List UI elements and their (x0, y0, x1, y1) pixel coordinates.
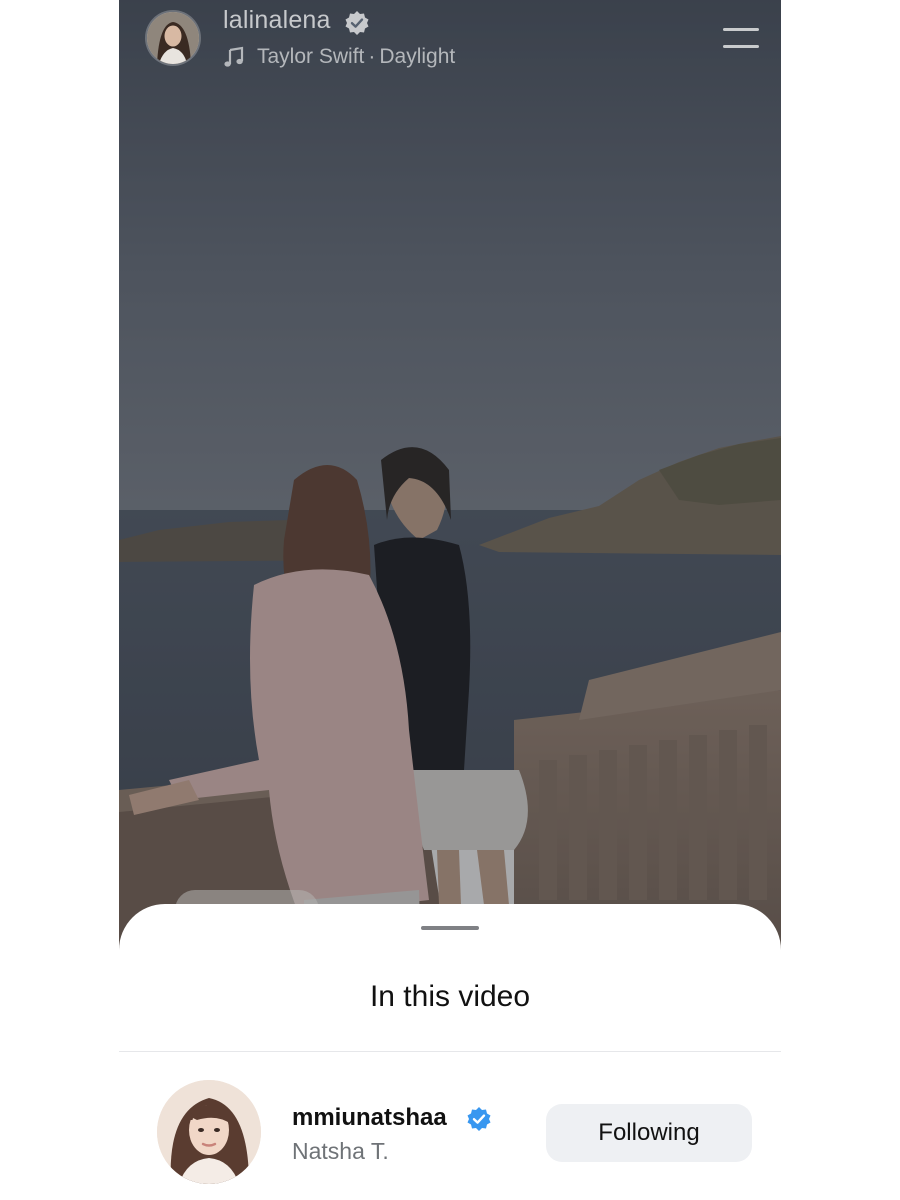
verified-badge-icon (467, 1107, 491, 1131)
tagged-user-row[interactable]: mmiunatshaa Natsha T. Following (119, 1080, 781, 1190)
music-artist: Taylor Swift (257, 45, 365, 68)
verified-badge-icon (345, 11, 369, 35)
sheet-drag-handle[interactable] (421, 926, 479, 930)
following-button[interactable]: Following (546, 1104, 752, 1162)
music-note-icon (224, 46, 244, 67)
music-separator: · (368, 45, 376, 68)
post-header: lalinalena Taylor Swift · Daylight (119, 0, 781, 90)
video-dim-overlay (119, 0, 781, 960)
author-username[interactable]: lalinalena (223, 6, 331, 35)
tagged-user-avatar[interactable] (157, 1080, 261, 1184)
author-avatar[interactable] (147, 12, 199, 64)
music-attribution[interactable]: Taylor Swift · Daylight (223, 44, 455, 70)
phone-screen: lalinalena Taylor Swift · Daylight In th… (119, 0, 781, 1200)
music-track: Daylight (379, 45, 456, 68)
in-this-video-sheet: In this video mmiunatshaa Natsha T. Foll… (119, 904, 781, 1200)
menu-lines-icon[interactable] (723, 28, 759, 50)
tagged-user-handle[interactable]: mmiunatshaa (292, 1104, 447, 1132)
sheet-title: In this video (369, 980, 531, 1013)
divider (119, 1051, 781, 1052)
video-player[interactable]: lalinalena Taylor Swift · Daylight (119, 0, 781, 960)
tagged-user-name: Natsha T. (292, 1138, 389, 1164)
